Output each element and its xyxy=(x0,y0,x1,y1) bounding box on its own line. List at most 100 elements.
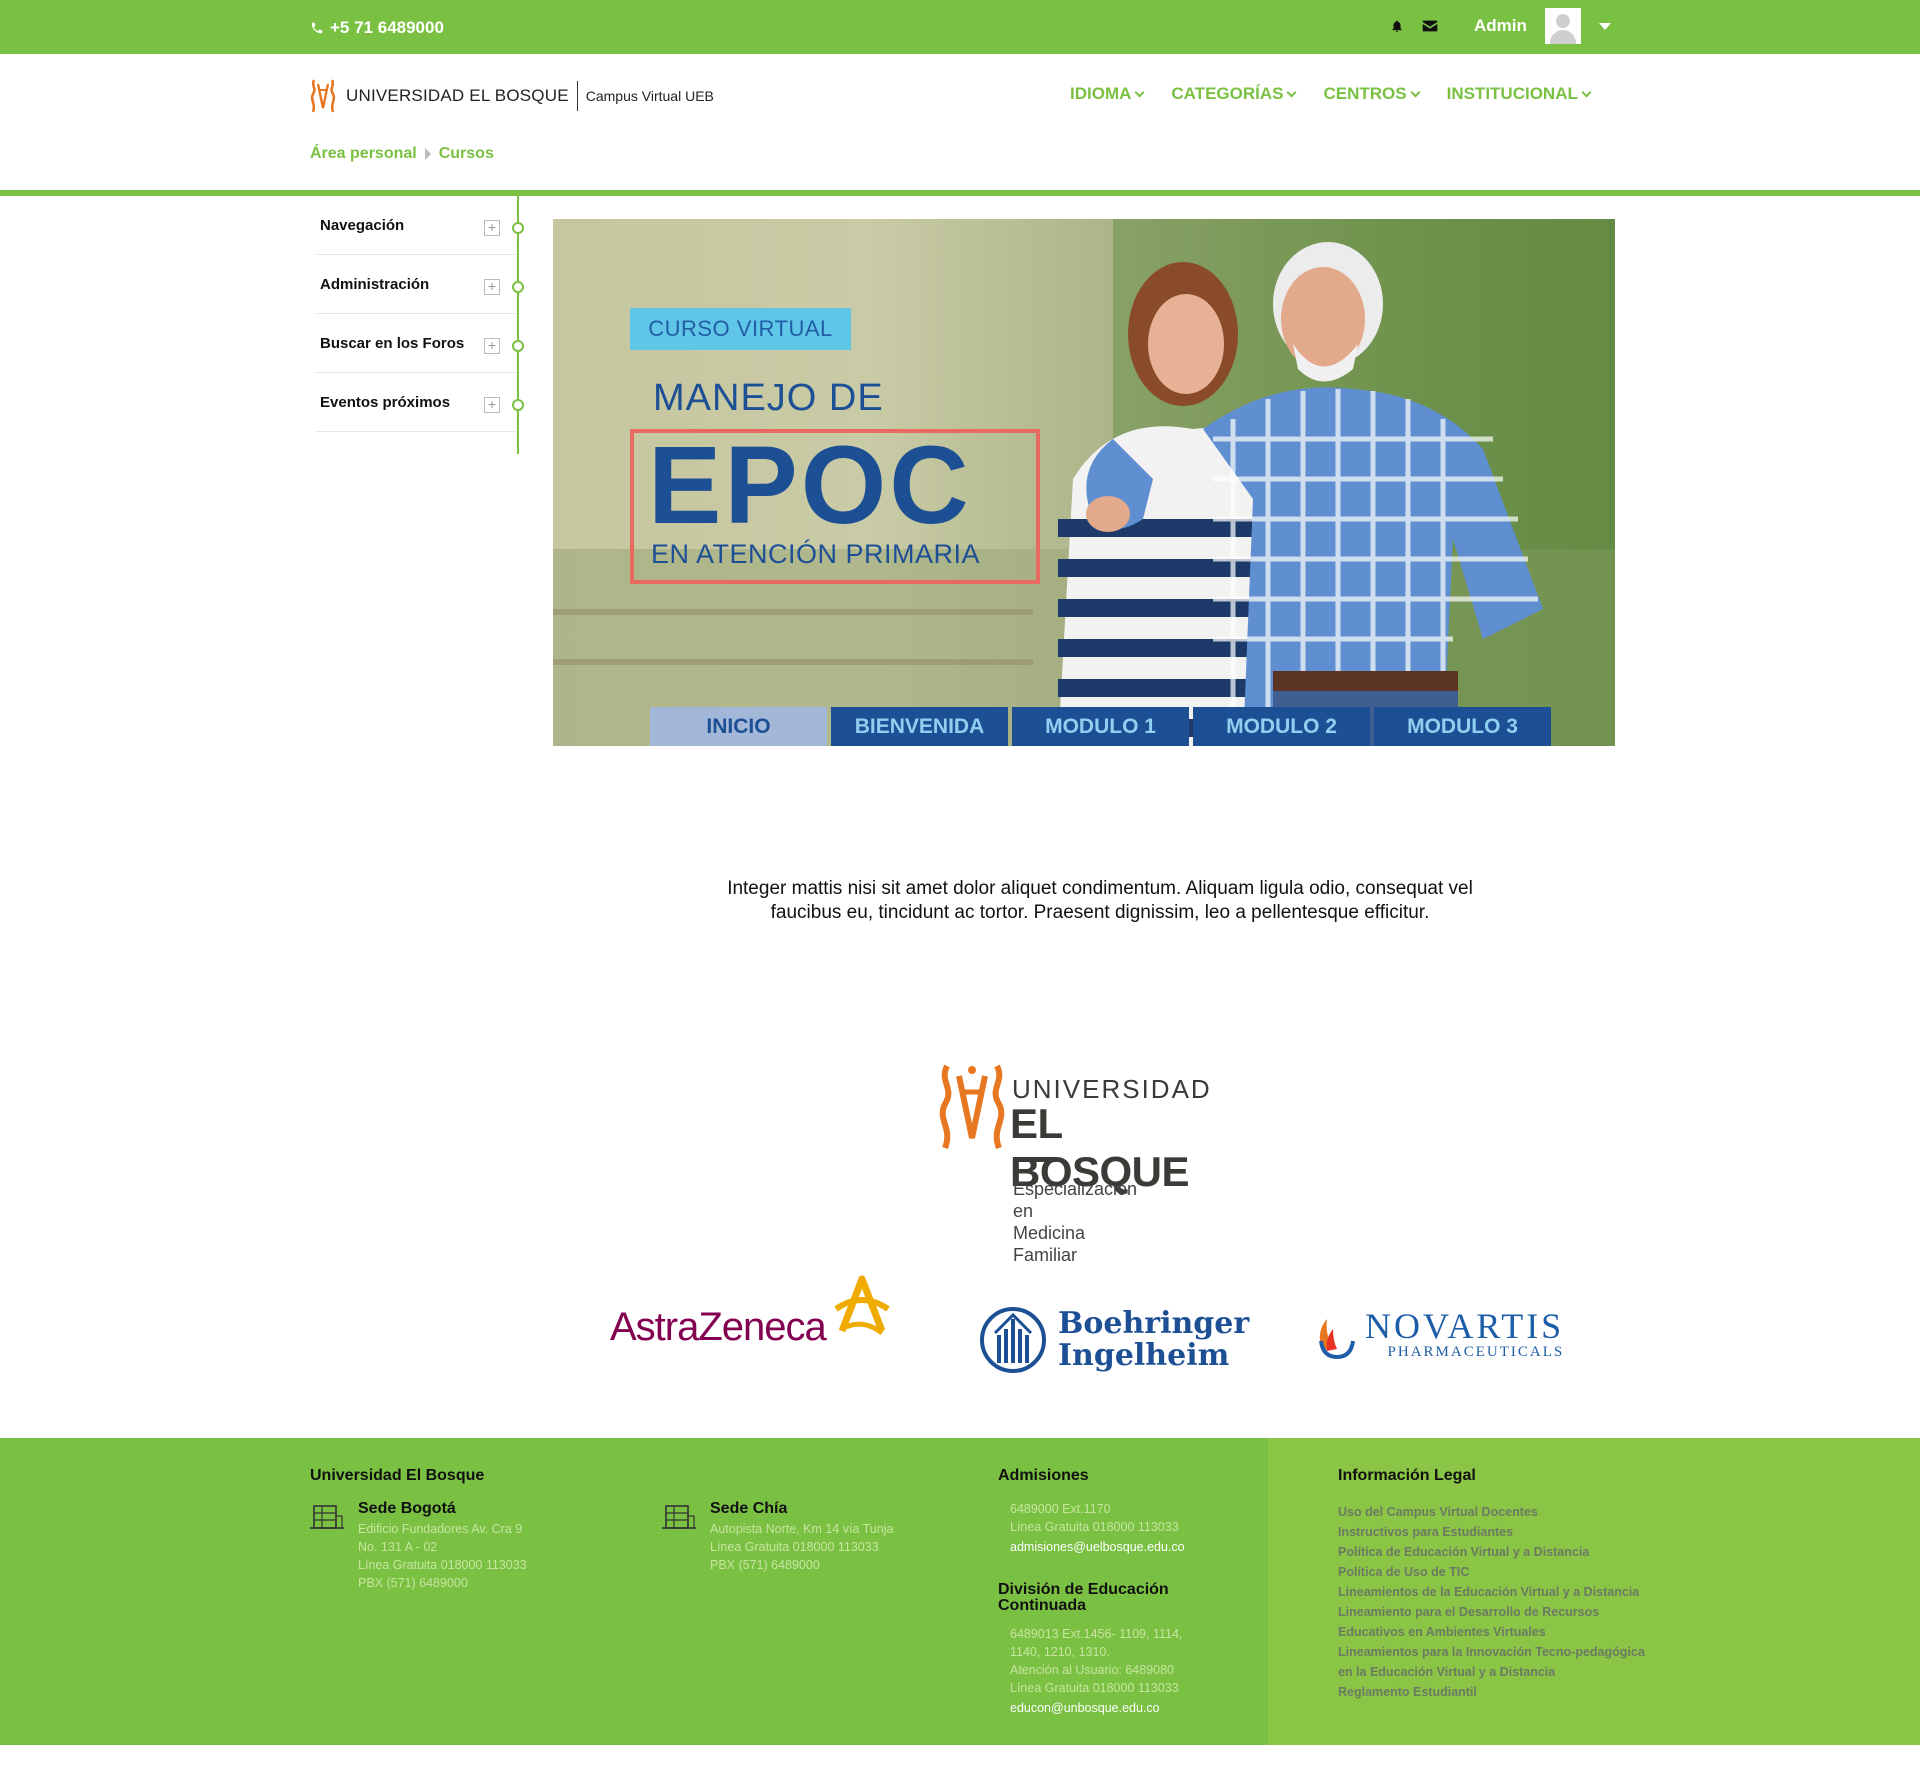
footer-legal-links: Uso del Campus Virtual Docentes Instruct… xyxy=(1338,1502,1645,1702)
continuada-line: 1140, 1210, 1310. xyxy=(1010,1645,1110,1659)
footer-admisiones: 6489000 Ext.1170 Línea Gratuita 018000 1… xyxy=(1010,1500,1185,1558)
novartis-wordmark: NOVARTIS PHARMACEUTICALS xyxy=(1365,1308,1564,1361)
legal-link[interactable]: Uso del Campus Virtual Docentes xyxy=(1338,1502,1645,1522)
novartis-sub: PHARMACEUTICALS xyxy=(1387,1344,1565,1360)
legal-link[interactable]: Lineamientos de la Educación Virtual y a… xyxy=(1338,1582,1645,1602)
nav-idioma[interactable]: IDIOMA xyxy=(1070,84,1145,104)
expand-plus-icon[interactable]: + xyxy=(484,279,500,295)
sidebar-item-label: Navegación xyxy=(320,216,405,234)
tab-modulo-1[interactable]: MODULO 1 xyxy=(1012,707,1189,746)
nav-label: CENTROS xyxy=(1323,84,1407,103)
logo-campus-name: Campus Virtual UEB xyxy=(585,88,714,104)
nav-centros[interactable]: CENTROS xyxy=(1323,84,1421,104)
continuada-line: 6489013 Ext.1456- 1109, 1114, xyxy=(1010,1627,1183,1641)
legal-link[interactable]: Política de Educación Virtual y a Distan… xyxy=(1338,1542,1645,1562)
logo-spec-line1: Especialización en xyxy=(1013,1179,1138,1221)
legal-link[interactable]: Instructivos para Estudiantes xyxy=(1338,1522,1645,1542)
footer-sede-chia: Sede Chía Autopista Norte, Km 14 vía Tun… xyxy=(662,1500,893,1574)
user-area: Admin xyxy=(1390,8,1611,44)
novartis-flame-icon xyxy=(1319,1318,1355,1359)
novartis-name: NOVARTIS xyxy=(1365,1306,1565,1346)
legal-link[interactable]: Política de Uso de TIC xyxy=(1338,1562,1645,1582)
footer-admisiones-title: Admisiones xyxy=(998,1467,1089,1484)
nav-categorias[interactable]: CATEGORÍAS xyxy=(1171,84,1297,104)
breadcrumb: Área personal Cursos xyxy=(310,145,494,163)
sede-bogota-name: Sede Bogotá xyxy=(358,1500,456,1517)
nav-institucional[interactable]: INSTITUCIONAL xyxy=(1446,84,1592,104)
legal-link[interactable]: Lineamientos para la Innovación Tecno-pe… xyxy=(1338,1642,1645,1662)
course-title-line1: MANEJO DE xyxy=(653,377,884,419)
footer-sede-bogota: Sede Bogotá Edificio Fundadores Av. Cra … xyxy=(310,1500,527,1592)
university-emblem-icon xyxy=(310,79,336,113)
astrazeneca-wordmark: AstraZeneca xyxy=(610,1305,827,1349)
legal-link[interactable]: Lineamiento para el Desarrollo de Recurs… xyxy=(1338,1602,1645,1622)
tab-inicio[interactable]: INICIO xyxy=(650,707,827,746)
expand-plus-icon[interactable]: + xyxy=(484,397,500,413)
building-icon xyxy=(310,1505,344,1529)
sidebar: Navegación + Administración + Buscar en … xyxy=(316,196,524,432)
sidebar-item-navegacion[interactable]: Navegación + xyxy=(316,196,524,255)
continuada-title-line2: Continuada xyxy=(998,1597,1086,1614)
tab-modulo-3[interactable]: MODULO 3 xyxy=(1374,707,1551,746)
expand-plus-icon[interactable]: + xyxy=(484,220,500,236)
sidebar-item-buscar-foros[interactable]: Buscar en los Foros + xyxy=(316,314,524,373)
boehringer-line1: Boehringer xyxy=(1058,1306,1250,1341)
admisiones-email-link[interactable]: admisiones@uelbosque.edu.co xyxy=(1010,1536,1185,1558)
bell-icon[interactable] xyxy=(1390,18,1404,34)
sidebar-item-eventos[interactable]: Eventos próximos + xyxy=(316,373,524,432)
sidebar-rail xyxy=(517,196,519,454)
rail-dot-icon xyxy=(512,222,524,234)
nav-label: INSTITUCIONAL xyxy=(1446,84,1578,103)
sede-chia-line: PBX (571) 6489000 xyxy=(710,1558,820,1572)
caret-down-icon[interactable] xyxy=(1598,22,1611,30)
chevron-down-icon xyxy=(1134,87,1145,97)
header-divider xyxy=(0,190,1920,196)
phone-contact[interactable]: +5 71 6489000 xyxy=(310,18,444,38)
legal-link[interactable]: Reglamento Estudiantil xyxy=(1338,1682,1645,1702)
sede-chia-name: Sede Chía xyxy=(710,1500,788,1517)
sidebar-item-administracion[interactable]: Administración + xyxy=(316,255,524,314)
legal-link[interactable]: en la Educación Virtual y a Distancia xyxy=(1338,1662,1645,1682)
top-bar: +5 71 6489000 Admin xyxy=(0,0,1920,54)
sede-bogota-line: No. 131 A - 02 xyxy=(358,1540,438,1554)
phone-number: +5 71 6489000 xyxy=(330,18,444,37)
sidebar-item-label: Administración xyxy=(320,275,430,293)
continuada-line: Línea Gratuita 018000 113033 xyxy=(1010,1681,1179,1695)
envelope-icon[interactable] xyxy=(1422,19,1438,33)
rail-dot-icon xyxy=(512,399,524,411)
avatar[interactable] xyxy=(1544,8,1581,44)
sede-chia-line: Autopista Norte, Km 14 vía Tunja xyxy=(710,1522,894,1536)
tab-modulo-2[interactable]: MODULO 2 xyxy=(1193,707,1370,746)
nav-label: CATEGORÍAS xyxy=(1171,84,1284,103)
user-name[interactable]: Admin xyxy=(1474,16,1527,36)
logo-specialization: Especialización en Medicina Familiar xyxy=(1013,1178,1137,1266)
chevron-down-icon xyxy=(1287,87,1297,97)
breadcrumb-cursos[interactable]: Cursos xyxy=(439,145,494,163)
sidebar-item-label: Buscar en los Foros xyxy=(320,334,465,352)
admisiones-line: 6489000 Ext.1170 xyxy=(1010,1502,1111,1516)
expand-plus-icon[interactable]: + xyxy=(484,338,500,354)
sede-bogota-line: Edificio Fundadores Av. Cra 9 xyxy=(358,1522,523,1536)
breadcrumb-separator-icon xyxy=(424,148,431,160)
boehringer-line2: Ingelheim xyxy=(1058,1338,1230,1373)
boehringer-wordmark: Boehringer Ingelheim xyxy=(1058,1308,1249,1372)
footer-continuada-title: División de Educación Continuada xyxy=(998,1582,1169,1614)
logo-spec-line2: Medicina Familiar xyxy=(1013,1223,1086,1265)
footer-continuada: 6489013 Ext.1456- 1109, 1114, 1140, 1210… xyxy=(1010,1625,1182,1719)
rail-dot-icon xyxy=(512,340,524,352)
tab-bienvenida[interactable]: BIENVENIDA xyxy=(831,707,1008,746)
legal-link[interactable]: Educativos en Ambientes Virtuales xyxy=(1338,1622,1645,1642)
logo-divider xyxy=(576,81,578,111)
logo-university-name: UNIVERSIDAD EL BOSQUE xyxy=(346,86,569,105)
course-tabs: INICIO BIENVENIDA MODULO 1 MODULO 2 MODU… xyxy=(650,707,1551,746)
site-logo[interactable]: UNIVERSIDAD EL BOSQUE Campus Virtual UEB xyxy=(310,78,714,114)
chevron-down-icon xyxy=(1410,87,1421,97)
boehringer-emblem-icon xyxy=(980,1307,1046,1373)
footer-legal-title: Información Legal xyxy=(1338,1467,1476,1484)
continuada-email-link[interactable]: educon@unbosque.edu.co xyxy=(1010,1697,1182,1719)
breadcrumb-area-personal[interactable]: Área personal xyxy=(310,145,417,163)
chevron-down-icon xyxy=(1581,87,1592,97)
course-title-sub: EN ATENCIÓN PRIMARIA xyxy=(651,539,981,569)
rail-dot-icon xyxy=(512,281,524,293)
phone-icon xyxy=(311,22,323,34)
